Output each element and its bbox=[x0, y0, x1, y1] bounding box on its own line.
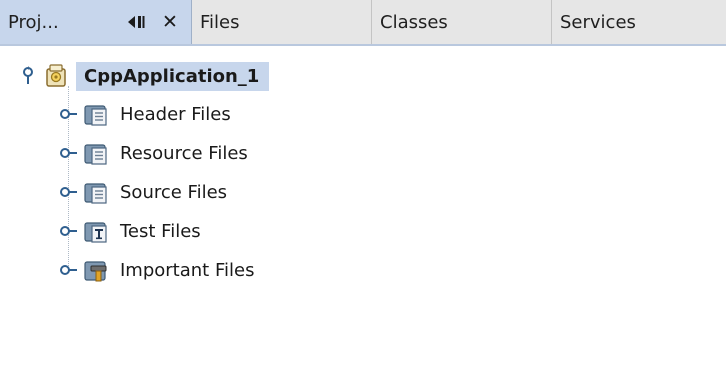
cpp-project-icon bbox=[42, 62, 70, 90]
tab-projects[interactable]: Proj... ✕ bbox=[0, 0, 192, 44]
tab-label: Classes bbox=[380, 11, 448, 33]
tree-node-label: Resource Files bbox=[120, 142, 248, 164]
important-files-folder-icon bbox=[82, 256, 110, 284]
expand-toggle-icon[interactable] bbox=[58, 260, 78, 280]
tab-classes[interactable]: Classes bbox=[372, 0, 552, 44]
expand-toggle-icon[interactable] bbox=[58, 182, 78, 202]
tree-node-header-files[interactable]: Header Files bbox=[58, 95, 231, 133]
tree-node-label: Test Files bbox=[120, 220, 201, 242]
tab-label: Proj... bbox=[8, 11, 59, 33]
tree-node-label: Header Files bbox=[120, 103, 231, 125]
close-icon[interactable]: ✕ bbox=[162, 0, 178, 44]
project-tree[interactable]: CppApplication_1 Header Files Resource F… bbox=[0, 46, 726, 392]
tab-bar: Proj... ✕ Files Classes Services bbox=[0, 0, 726, 46]
window-minimize-icon[interactable] bbox=[126, 0, 148, 44]
tree-node-label: Important Files bbox=[120, 259, 255, 281]
expand-toggle-icon[interactable] bbox=[58, 221, 78, 241]
tree-node-resource-files[interactable]: Resource Files bbox=[58, 134, 248, 172]
tab-files[interactable]: Files bbox=[192, 0, 372, 44]
project-name-label[interactable]: CppApplication_1 bbox=[76, 61, 270, 91]
tree-node-test-files[interactable]: Test Files bbox=[58, 212, 201, 250]
tab-services[interactable]: Services bbox=[552, 0, 726, 44]
expand-toggle-icon[interactable] bbox=[58, 104, 78, 124]
tree-node-label: Source Files bbox=[120, 181, 228, 203]
tab-label: Files bbox=[200, 11, 240, 33]
tree-node-important-files[interactable]: Important Files bbox=[58, 251, 254, 289]
tree-node-source-files[interactable]: Source Files bbox=[58, 173, 227, 211]
logical-folder-icon bbox=[82, 100, 110, 128]
tree-node-root[interactable]: CppApplication_1 bbox=[18, 57, 270, 95]
logical-folder-icon bbox=[82, 178, 110, 206]
collapse-toggle-icon[interactable] bbox=[18, 66, 38, 86]
tab-label: Services bbox=[560, 11, 636, 33]
test-folder-icon bbox=[82, 217, 110, 245]
logical-folder-icon bbox=[82, 139, 110, 167]
expand-toggle-icon[interactable] bbox=[58, 143, 78, 163]
